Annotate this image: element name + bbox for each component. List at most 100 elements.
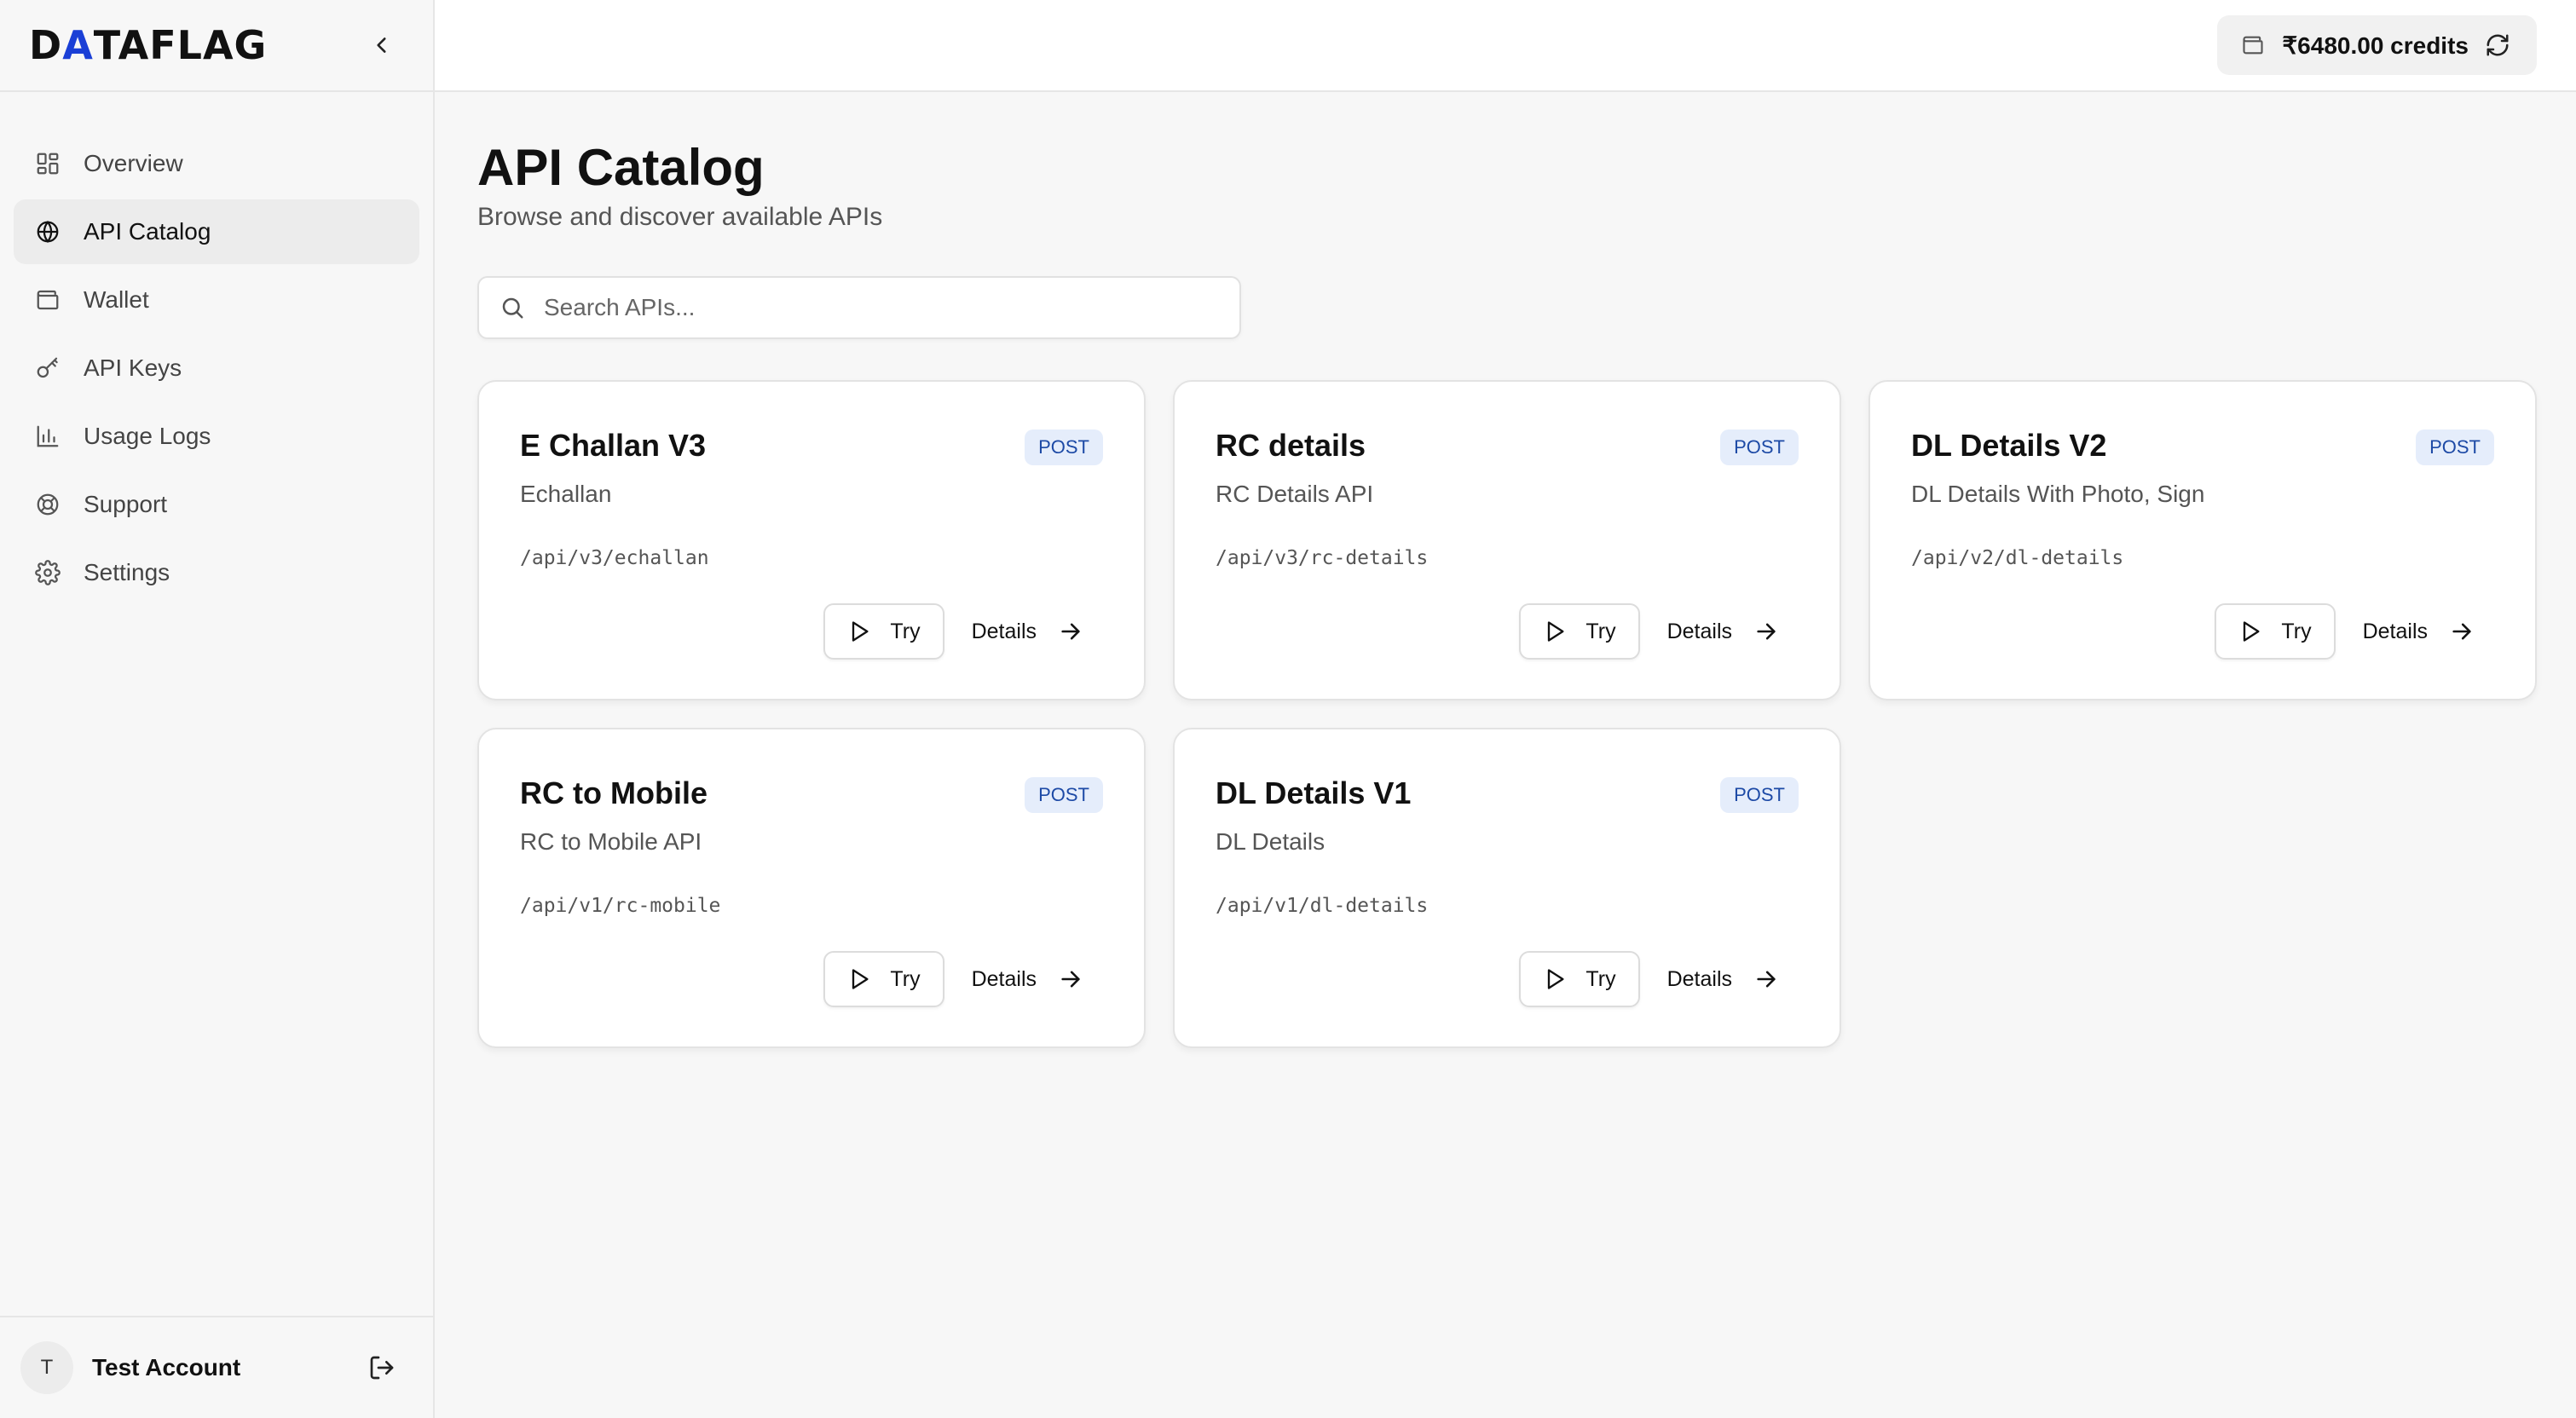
wallet-icon <box>34 286 61 314</box>
search-bar <box>477 276 1241 339</box>
logo-text-end: TAFLAG <box>93 22 268 68</box>
sidebar-item-label: Wallet <box>84 286 149 313</box>
sidebar: D A TAFLAG Overview API Catalog Wallet A… <box>0 0 435 1418</box>
method-badge: POST <box>1720 429 1799 465</box>
main-area: ₹6480.00 credits API Catalog Browse and … <box>435 0 2576 1418</box>
method-badge: POST <box>2416 429 2494 465</box>
api-card-description: DL Details <box>1216 828 1326 855</box>
api-card[interactable]: E Challan V3 POST Echallan /api/v3/echal… <box>477 380 1146 700</box>
gear-icon <box>34 559 61 586</box>
api-card-actions: Try Details <box>2215 603 2474 660</box>
sidebar-item-label: Support <box>84 491 168 517</box>
api-card-actions: Try Details <box>823 603 1083 660</box>
logout-icon <box>370 1356 394 1380</box>
top-bar: ₹6480.00 credits <box>435 0 2576 92</box>
play-icon <box>852 621 869 642</box>
sidebar-item-wallet[interactable]: Wallet <box>14 268 419 332</box>
api-card-description: RC Details API <box>1216 481 1374 507</box>
method-badge: POST <box>1025 429 1103 465</box>
api-card-path: /api/v1/dl-details <box>1216 895 1429 917</box>
api-card-description: Echallan <box>520 481 612 507</box>
api-card-actions: Try Details <box>823 951 1083 1007</box>
chevron-left-icon <box>377 37 386 53</box>
arrow-right-icon <box>1757 971 1776 988</box>
api-card[interactable]: RC details POST RC Details API /api/v3/r… <box>1173 380 1841 700</box>
sidebar-item-settings[interactable]: Settings <box>14 540 419 605</box>
avatar[interactable]: T <box>20 1341 73 1394</box>
play-icon <box>1548 621 1564 642</box>
api-card-path: /api/v3/rc-details <box>1216 547 1429 569</box>
page-subtitle: Browse and discover available APIs <box>477 203 883 231</box>
try-button[interactable]: Try <box>2215 603 2336 660</box>
try-button[interactable]: Try <box>823 951 944 1007</box>
details-label: Details <box>971 966 1037 991</box>
details-label: Details <box>1666 619 1732 643</box>
api-card-title: DL Details V1 <box>1216 775 1412 810</box>
play-icon <box>2244 621 2260 642</box>
arrow-right-icon <box>1061 971 1080 988</box>
key-icon <box>34 354 61 382</box>
api-card[interactable]: DL Details V2 POST DL Details With Photo… <box>1868 380 2537 700</box>
try-button[interactable]: Try <box>1519 951 1640 1007</box>
method-badge: POST <box>1025 777 1103 813</box>
details-label: Details <box>2362 619 2428 643</box>
sidebar-item-usage-logs[interactable]: Usage Logs <box>14 404 419 469</box>
api-card-description: RC to Mobile API <box>520 828 702 855</box>
try-button[interactable]: Try <box>1519 603 1640 660</box>
details-button[interactable]: Details <box>1667 620 1778 644</box>
try-label: Try <box>890 966 921 991</box>
try-label: Try <box>1585 966 1616 991</box>
search-icon <box>502 297 523 319</box>
wallet-icon <box>2239 32 2267 59</box>
api-card-title: E Challan V3 <box>520 428 707 463</box>
logo[interactable]: D A TAFLAG <box>29 22 267 68</box>
sidebar-item-api-catalog[interactable]: API Catalog <box>14 199 419 264</box>
try-label: Try <box>1585 619 1616 643</box>
logout-button[interactable] <box>365 1351 399 1385</box>
api-card-actions: Try Details <box>1519 951 1778 1007</box>
grid-icon <box>34 150 61 177</box>
sidebar-item-api-keys[interactable]: API Keys <box>14 336 419 401</box>
collapse-sidebar-button[interactable] <box>365 28 399 62</box>
api-card-title: RC details <box>1216 428 1366 463</box>
api-card-title: DL Details V2 <box>1911 428 2107 463</box>
sidebar-item-label: Overview <box>84 150 183 176</box>
account-name: Test Account <box>92 1354 241 1381</box>
details-button[interactable]: Details <box>2363 620 2474 644</box>
sidebar-item-overview[interactable]: Overview <box>14 131 419 196</box>
bar-chart-icon <box>34 423 61 450</box>
sidebar-item-support[interactable]: Support <box>14 472 419 537</box>
sidebar-item-label: API Keys <box>84 354 182 381</box>
try-label: Try <box>890 619 921 643</box>
try-button[interactable]: Try <box>823 603 944 660</box>
details-button[interactable]: Details <box>972 620 1083 644</box>
details-label: Details <box>971 619 1037 643</box>
details-button[interactable]: Details <box>972 967 1083 992</box>
refresh-icon[interactable] <box>2484 32 2511 59</box>
sidebar-item-label: Usage Logs <box>84 423 211 449</box>
api-card-path: /api/v2/dl-details <box>1911 547 2124 569</box>
api-card-actions: Try Details <box>1519 603 1778 660</box>
arrow-right-icon <box>1061 623 1080 640</box>
logo-mark: A <box>62 22 94 68</box>
account-footer: T Test Account <box>0 1316 433 1418</box>
page-title: API Catalog <box>477 139 765 196</box>
globe-icon <box>34 218 61 245</box>
lifebuoy-icon <box>34 491 61 518</box>
api-card-description: DL Details With Photo, Sign <box>1911 481 2205 507</box>
credits-widget[interactable]: ₹6480.00 credits <box>2217 15 2537 75</box>
method-badge: POST <box>1720 777 1799 813</box>
try-label: Try <box>2281 619 2312 643</box>
api-card[interactable]: DL Details V1 POST DL Details /api/v1/dl… <box>1173 728 1841 1048</box>
search-input[interactable] <box>544 294 1219 321</box>
details-button[interactable]: Details <box>1667 967 1778 992</box>
details-label: Details <box>1666 966 1732 991</box>
api-card-path: /api/v1/rc-mobile <box>520 895 721 917</box>
sidebar-item-label: Settings <box>84 559 170 585</box>
sidebar-nav: Overview API Catalog Wallet API Keys Usa… <box>0 92 433 608</box>
play-icon <box>852 969 869 989</box>
api-card[interactable]: RC to Mobile POST RC to Mobile API /api/… <box>477 728 1146 1048</box>
sidebar-header: D A TAFLAG <box>0 0 433 92</box>
page-content: API Catalog Browse and discover availabl… <box>435 92 2576 1048</box>
api-card-path: /api/v3/echallan <box>520 547 709 569</box>
